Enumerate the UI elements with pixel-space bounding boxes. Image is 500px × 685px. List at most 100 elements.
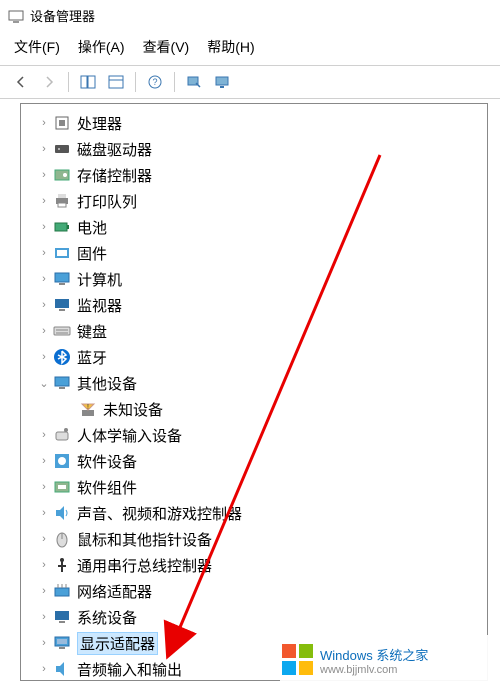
menu-file[interactable]: 文件(F) xyxy=(14,37,60,57)
expander-icon[interactable]: › xyxy=(37,142,51,156)
tree-node-label: 网络适配器 xyxy=(77,581,152,602)
tree-node-firmware[interactable]: ›固件 xyxy=(21,240,487,266)
tree-node-network[interactable]: › 网络适配器 xyxy=(21,578,487,604)
firmware-icon xyxy=(53,244,71,262)
watermark: Windows 系统之家 www.bjjmlv.com xyxy=(280,635,500,685)
computer-icon xyxy=(53,270,71,288)
tree-node-bluetooth[interactable]: ›蓝牙 xyxy=(21,344,487,370)
expander-icon[interactable]: › xyxy=(37,220,51,234)
titlebar: 设备管理器 xyxy=(0,0,500,31)
tree-node-label: 软件组件 xyxy=(77,477,137,498)
display-icon xyxy=(53,634,71,652)
expander-icon[interactable] xyxy=(63,402,77,416)
tree-node-label: 打印队列 xyxy=(77,191,137,212)
watermark-title: Windows 系统之家 xyxy=(320,645,428,664)
expander-icon[interactable]: › xyxy=(37,558,51,572)
toolbar-button-2[interactable] xyxy=(103,70,129,94)
tree-node-component[interactable]: › 软件组件 xyxy=(21,474,487,500)
help-button[interactable]: ? xyxy=(142,70,168,94)
menu-action[interactable]: 操作(A) xyxy=(78,37,125,57)
menu-view[interactable]: 查看(V) xyxy=(143,37,190,57)
expander-icon[interactable]: › xyxy=(37,246,51,260)
tree-node-mouse[interactable]: › 鼠标和其他指针设备 xyxy=(21,526,487,552)
tree-node-computer[interactable]: › 计算机 xyxy=(21,266,487,292)
expander-icon[interactable]: › xyxy=(37,194,51,208)
keyboard-icon xyxy=(53,322,71,340)
printer-icon xyxy=(53,192,71,210)
tree-node-hid[interactable]: › 人体学输入设备 xyxy=(21,422,487,448)
menu-help[interactable]: 帮助(H) xyxy=(207,37,254,57)
scan-button[interactable] xyxy=(181,70,207,94)
device-tree: ›处理器›磁盘驱动器›存储控制器›打印队列›电池›固件›计算机›监视器›键盘›蓝… xyxy=(21,104,487,681)
expander-icon[interactable]: › xyxy=(37,272,51,286)
expander-icon[interactable]: › xyxy=(37,168,51,182)
tree-node-label: 人体学输入设备 xyxy=(77,425,182,446)
tree-node-unknown[interactable]: ! 未知设备 xyxy=(21,396,487,422)
tree-node-label: 通用串行总线控制器 xyxy=(77,555,212,576)
toolbar-button-monitor[interactable] xyxy=(209,70,235,94)
expander-icon[interactable]: ⌄ xyxy=(37,376,51,390)
expander-icon[interactable]: › xyxy=(37,116,51,130)
tree-node-keyboard[interactable]: › 键盘 xyxy=(21,318,487,344)
expander-icon[interactable]: › xyxy=(37,480,51,494)
toolbar-button-1[interactable] xyxy=(75,70,101,94)
storage-icon xyxy=(53,166,71,184)
tree-node-label: 监视器 xyxy=(77,295,122,316)
tree-node-label: 显示适配器 xyxy=(77,632,158,655)
tree-node-label: 键盘 xyxy=(77,321,107,342)
expander-icon[interactable]: › xyxy=(37,610,51,624)
tree-node-label: 处理器 xyxy=(77,113,122,134)
tree-node-label: 存储控制器 xyxy=(77,165,152,186)
expander-icon[interactable]: › xyxy=(37,428,51,442)
back-button[interactable] xyxy=(8,70,34,94)
toolbar: ? xyxy=(0,65,500,99)
device-tree-container: ›处理器›磁盘驱动器›存储控制器›打印队列›电池›固件›计算机›监视器›键盘›蓝… xyxy=(20,103,488,681)
tree-node-label: 鼠标和其他指针设备 xyxy=(77,529,212,550)
window-title: 设备管理器 xyxy=(30,6,95,25)
component-icon xyxy=(53,478,71,496)
menubar: 文件(F) 操作(A) 查看(V) 帮助(H) xyxy=(0,31,500,65)
tree-node-storage[interactable]: › 存储控制器 xyxy=(21,162,487,188)
other-icon xyxy=(53,374,71,392)
system-icon xyxy=(53,608,71,626)
tree-node-audio[interactable]: › 声音、视频和游戏控制器 xyxy=(21,500,487,526)
tree-node-label: 计算机 xyxy=(77,269,122,290)
expander-icon[interactable]: › xyxy=(37,454,51,468)
network-icon xyxy=(53,582,71,600)
tree-node-system[interactable]: › 系统设备 xyxy=(21,604,487,630)
tree-node-label: 磁盘驱动器 xyxy=(77,139,152,160)
tree-node-printer[interactable]: › 打印队列 xyxy=(21,188,487,214)
expander-icon[interactable]: › xyxy=(37,298,51,312)
bluetooth-icon xyxy=(53,348,71,366)
disk-icon xyxy=(53,140,71,158)
forward-button[interactable] xyxy=(36,70,62,94)
hid-icon xyxy=(53,426,71,444)
svg-text:?: ? xyxy=(152,77,157,87)
toolbar-separator xyxy=(68,72,69,92)
tree-node-battery[interactable]: › 电池 xyxy=(21,214,487,240)
svg-text:!: ! xyxy=(87,404,89,411)
expander-icon[interactable]: › xyxy=(37,662,51,676)
expander-icon[interactable]: › xyxy=(37,584,51,598)
expander-icon[interactable]: › xyxy=(37,506,51,520)
monitor-icon xyxy=(53,296,71,314)
mouse-icon xyxy=(53,530,71,548)
expander-icon[interactable]: › xyxy=(37,636,51,650)
cpu-icon xyxy=(53,114,71,132)
tree-node-software[interactable]: ›软件设备 xyxy=(21,448,487,474)
tree-node-disk[interactable]: › 磁盘驱动器 xyxy=(21,136,487,162)
expander-icon[interactable]: › xyxy=(37,532,51,546)
tree-node-label: 系统设备 xyxy=(77,607,137,628)
tree-node-other[interactable]: ⌄其他设备 xyxy=(21,370,487,396)
tree-node-label: 未知设备 xyxy=(103,399,163,420)
tree-node-cpu[interactable]: › 处理器 xyxy=(21,110,487,136)
expander-icon[interactable]: › xyxy=(37,324,51,338)
windows-logo-icon xyxy=(280,642,316,678)
tree-node-label: 声音、视频和游戏控制器 xyxy=(77,503,242,524)
expander-icon[interactable]: › xyxy=(37,350,51,364)
tree-node-label: 电池 xyxy=(77,217,107,238)
tree-node-usb[interactable]: › 通用串行总线控制器 xyxy=(21,552,487,578)
audio-icon xyxy=(53,504,71,522)
unknown-icon: ! xyxy=(79,400,97,418)
tree-node-monitor[interactable]: › 监视器 xyxy=(21,292,487,318)
